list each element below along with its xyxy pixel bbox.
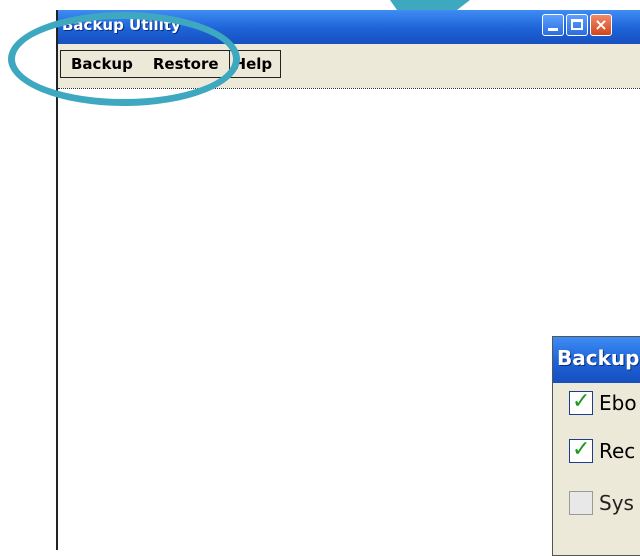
ebo-checkbox[interactable] <box>569 389 593 415</box>
close-icon: × <box>594 15 608 34</box>
backup-dialog: Backup Ebo Rec Sys <box>552 336 640 556</box>
maximize-button[interactable] <box>566 14 588 36</box>
ebo-label: Ebo <box>599 391 637 415</box>
minimize-button[interactable] <box>542 14 564 36</box>
rec-label: Rec <box>599 439 636 463</box>
rec-checkbox[interactable] <box>569 437 593 463</box>
sys-label: Sys <box>599 491 634 515</box>
sys-checkbox[interactable] <box>569 491 593 515</box>
maximize-icon <box>571 19 583 30</box>
minimize-icon <box>548 28 558 31</box>
dialog-title-bar: Backup <box>553 337 640 383</box>
close-button[interactable]: × <box>590 14 612 36</box>
dialog-title: Backup <box>557 346 640 370</box>
highlight-oval <box>8 12 240 106</box>
